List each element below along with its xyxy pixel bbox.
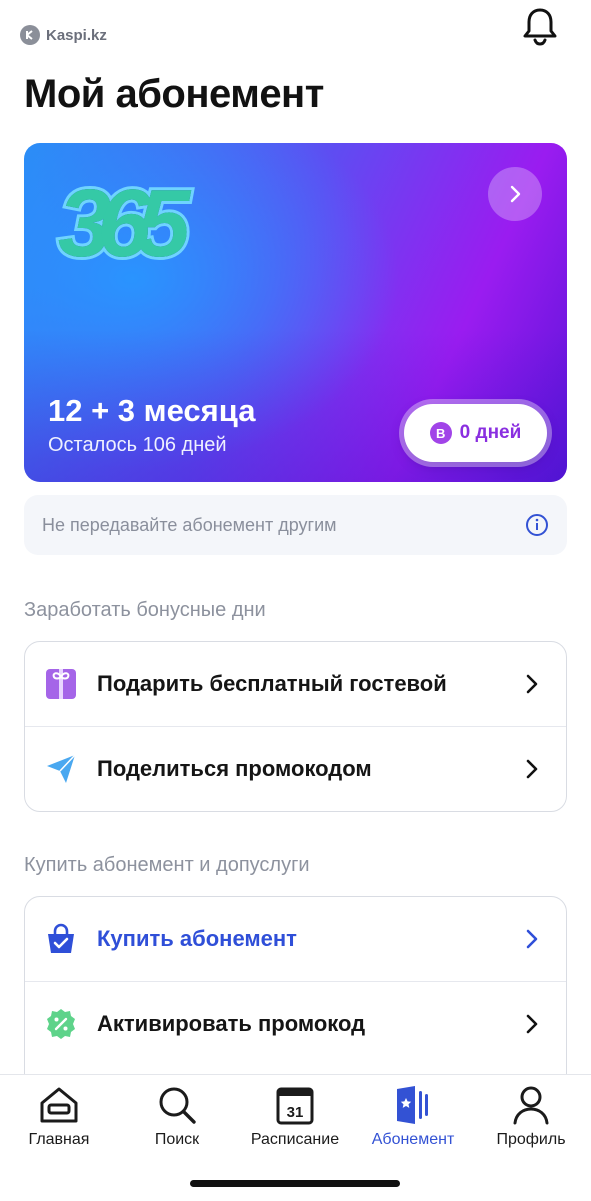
shopping-bag-icon [43, 921, 79, 957]
nav-schedule[interactable]: 31 Расписание [240, 1083, 350, 1149]
percent-badge-icon [43, 1006, 79, 1042]
remaining-days: Осталось 106 дней [48, 434, 227, 456]
plan-name: 12 + 3 месяца [48, 393, 256, 428]
logo-365-icon: 365 365 [55, 167, 209, 280]
bonus-days-button[interactable]: B 0 дней [404, 404, 547, 462]
profile-icon [513, 1086, 549, 1125]
nav-schedule-label: Расписание [250, 1131, 340, 1148]
home-indicator [190, 1180, 400, 1187]
nav-membership[interactable]: Абонемент [358, 1083, 468, 1149]
chevron-right-icon [526, 929, 538, 949]
send-icon [43, 751, 79, 787]
buy-membership-label: Купить абонемент [97, 926, 297, 951]
svg-text:365: 365 [58, 170, 192, 277]
info-icon[interactable] [525, 513, 549, 537]
activate-promo-label: Активировать промокод [97, 1011, 366, 1036]
nav-profile-label: Профиль [496, 1131, 566, 1148]
transfer-notice: Не передавайте абонемент другим [24, 495, 567, 555]
chevron-right-icon [510, 185, 521, 203]
nav-search[interactable]: Поиск [122, 1083, 232, 1149]
bonus-days-label: 0 дней [459, 422, 522, 443]
share-promo-label: Поделиться промокодом [97, 756, 372, 781]
earn-list: Подарить бесплатный гостевой Поделиться … [24, 641, 567, 812]
buy-list: Купить абонемент Активировать промокод [24, 896, 567, 1098]
carrier-label: Kaspi.kz [46, 26, 107, 44]
bonus-badge-icon: B [429, 422, 452, 444]
nav-profile[interactable]: Профиль [476, 1083, 586, 1149]
nav-home-label: Главная [28, 1131, 90, 1148]
activate-promo-row[interactable]: Активировать промокод [25, 981, 566, 1066]
membership-card-icon [397, 1086, 428, 1124]
share-promo-row[interactable]: Поделиться промокодом [25, 726, 566, 811]
buy-membership-row[interactable]: Купить абонемент [25, 897, 566, 981]
chevron-right-icon [526, 1014, 538, 1034]
calendar-icon: 31 [276, 1087, 314, 1125]
buy-section-title: Купить абонемент и допуслуги [24, 854, 310, 876]
earn-section-title: Заработать бонусные дни [24, 599, 266, 621]
chevron-right-icon [526, 759, 538, 779]
nav-search-label: Поиск [154, 1131, 200, 1148]
svg-text:31: 31 [287, 1104, 304, 1121]
notice-text: Не передавайте абонемент другим [42, 515, 337, 535]
gift-icon [43, 666, 79, 702]
membership-card[interactable]: 365 365 12 + 3 месяца Осталось 106 дней … [24, 143, 567, 482]
home-icon [40, 1087, 78, 1123]
search-icon [159, 1087, 196, 1124]
kaspi-logo-icon [20, 25, 40, 45]
page-title: Мой абонемент [24, 72, 324, 116]
chevron-right-icon [526, 674, 538, 694]
notifications-bell-icon[interactable] [518, 4, 562, 48]
nav-membership-label: Абонемент [371, 1131, 455, 1148]
gift-guest-row[interactable]: Подарить бесплатный гостевой [25, 642, 566, 726]
card-open-button[interactable] [488, 167, 542, 221]
nav-home[interactable]: Главная [4, 1083, 114, 1149]
gift-guest-label: Подарить бесплатный гостевой [97, 671, 447, 696]
kaspi-back-link[interactable]: Kaspi.kz [20, 25, 107, 45]
